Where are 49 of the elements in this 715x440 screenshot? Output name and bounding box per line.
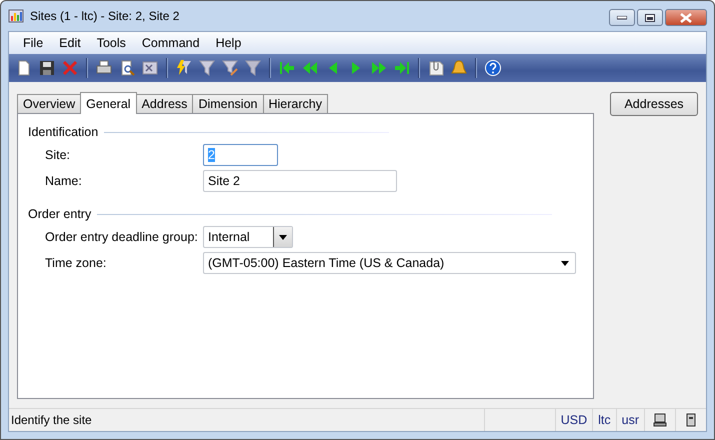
menu-item[interactable]: File xyxy=(15,36,52,50)
help-icon[interactable] xyxy=(484,59,502,77)
status-cell: ltc xyxy=(592,409,616,431)
tab[interactable]: Overview xyxy=(17,94,82,113)
text-field[interactable]: Site 2 xyxy=(203,170,397,192)
caret-icon xyxy=(561,260,569,266)
field-label: Order entry deadline group: xyxy=(45,230,199,244)
lookup-field[interactable]: Internal xyxy=(203,226,293,248)
tab[interactable]: Hierarchy xyxy=(262,94,328,113)
close-button[interactable] xyxy=(665,9,707,26)
tab[interactable]: Dimension xyxy=(192,94,264,113)
spreadsheet-icon[interactable] xyxy=(141,59,159,77)
field-label: Time zone: xyxy=(45,256,108,270)
status-cell: usr xyxy=(616,409,644,431)
tab[interactable]: General xyxy=(80,92,137,114)
status-cell: USD xyxy=(554,409,592,431)
app-icon xyxy=(8,8,24,24)
menu-item[interactable]: Command xyxy=(134,36,208,50)
menu-item[interactable]: Edit xyxy=(51,36,89,50)
first-record-icon[interactable] xyxy=(278,59,296,77)
filter-remove-icon[interactable] xyxy=(244,59,262,77)
maximize-icon xyxy=(645,14,655,22)
filter-icon[interactable] xyxy=(198,59,216,77)
tab[interactable]: Address xyxy=(136,94,194,113)
filter-edit-icon[interactable] xyxy=(221,59,239,77)
next-page-icon[interactable] xyxy=(370,59,388,77)
minimize-icon xyxy=(617,16,627,20)
last-record-icon[interactable] xyxy=(393,59,411,77)
database-icon xyxy=(684,413,698,427)
maximize-button[interactable] xyxy=(637,9,663,26)
minimize-button[interactable] xyxy=(609,9,635,26)
lightning-filter-icon[interactable] xyxy=(175,59,193,77)
caret-icon xyxy=(279,234,287,240)
group-title: Identification xyxy=(28,125,98,139)
menu-item[interactable]: Help xyxy=(208,36,250,50)
computer-icon xyxy=(653,413,667,427)
menu-item[interactable]: Tools xyxy=(88,36,134,50)
previous-page-icon[interactable] xyxy=(301,59,319,77)
save-icon[interactable] xyxy=(38,59,56,77)
dropdown-button[interactable] xyxy=(273,227,292,247)
status-message: Identify the site xyxy=(10,412,93,429)
dropdown-field[interactable]: (GMT-05:00) Eastern Time (US & Canada) xyxy=(203,252,576,274)
attachment-icon[interactable] xyxy=(427,59,445,77)
group-title: Order entry xyxy=(28,207,92,221)
field-label: Site: xyxy=(45,148,72,162)
addresses-button[interactable]: Addresses xyxy=(610,92,698,116)
close-icon xyxy=(680,12,692,22)
window-title: Sites (1 - ltc) - Site: 2, Site 2 xyxy=(30,9,180,23)
field-label: Name: xyxy=(45,174,83,188)
